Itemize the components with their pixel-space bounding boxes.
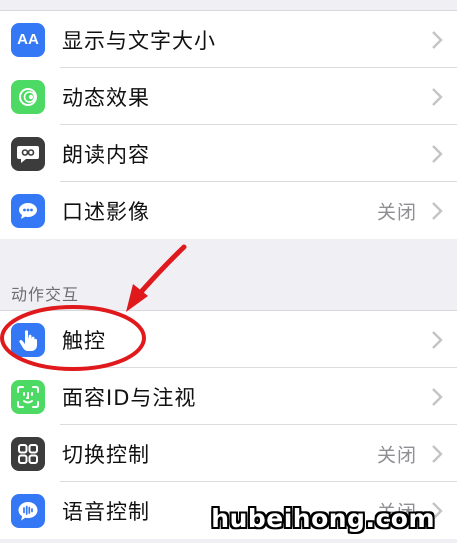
chevron-right-icon (432, 330, 443, 349)
row-face-id-attention[interactable]: 面容ID与注视 (0, 368, 457, 425)
row-label: 动态效果 (62, 85, 150, 110)
row-label: 口述影像 (62, 199, 150, 224)
watermark: hubeihong.com (211, 504, 435, 533)
chevron-right-icon (432, 201, 443, 220)
row-audio-descriptions[interactable]: 口述影像 关闭 (0, 182, 457, 239)
row-label: 显示与文字大小 (62, 28, 216, 53)
row-display-text-size[interactable]: AA 显示与文字大小 (0, 11, 457, 68)
touch-icon (11, 322, 45, 357)
row-motion[interactable]: 动态效果 (0, 68, 457, 125)
chevron-right-icon (432, 30, 443, 49)
switch-control-icon (11, 436, 45, 471)
speech-icon (11, 136, 45, 171)
text-size-icon: AA (11, 22, 45, 57)
row-touch[interactable]: 触控 (0, 311, 457, 368)
voice-control-icon (11, 493, 45, 528)
row-spoken-content[interactable]: 朗读内容 (0, 125, 457, 182)
face-id-icon (11, 379, 45, 414)
pointer-arrow-head (126, 284, 148, 312)
pointer-arrow-shaft (131, 244, 187, 303)
motion-icon (11, 79, 45, 114)
row-label: 面容ID与注视 (62, 385, 197, 410)
row-value: 关闭 (376, 444, 417, 466)
row-value: 关闭 (376, 201, 417, 223)
row-label: 语音控制 (62, 499, 150, 524)
chevron-right-icon (432, 87, 443, 106)
row-label: 朗读内容 (62, 142, 150, 167)
row-label: 切换控制 (62, 442, 150, 467)
vision-settings-group: AA 显示与文字大小 动态效果 朗读内容 口述影像 关闭 (0, 10, 457, 239)
row-switch-control[interactable]: 切换控制 关闭 (0, 425, 457, 482)
chevron-right-icon (432, 444, 443, 463)
section-header-interaction: 动作交互 (11, 285, 80, 304)
chevron-right-icon (432, 144, 443, 163)
accessibility-settings-screen: AA 显示与文字大小 动态效果 朗读内容 口述影像 关闭 动作交互 触控 面容I… (0, 0, 457, 543)
row-label: 触控 (62, 328, 106, 353)
audio-description-icon (11, 193, 45, 228)
chevron-right-icon (432, 387, 443, 406)
